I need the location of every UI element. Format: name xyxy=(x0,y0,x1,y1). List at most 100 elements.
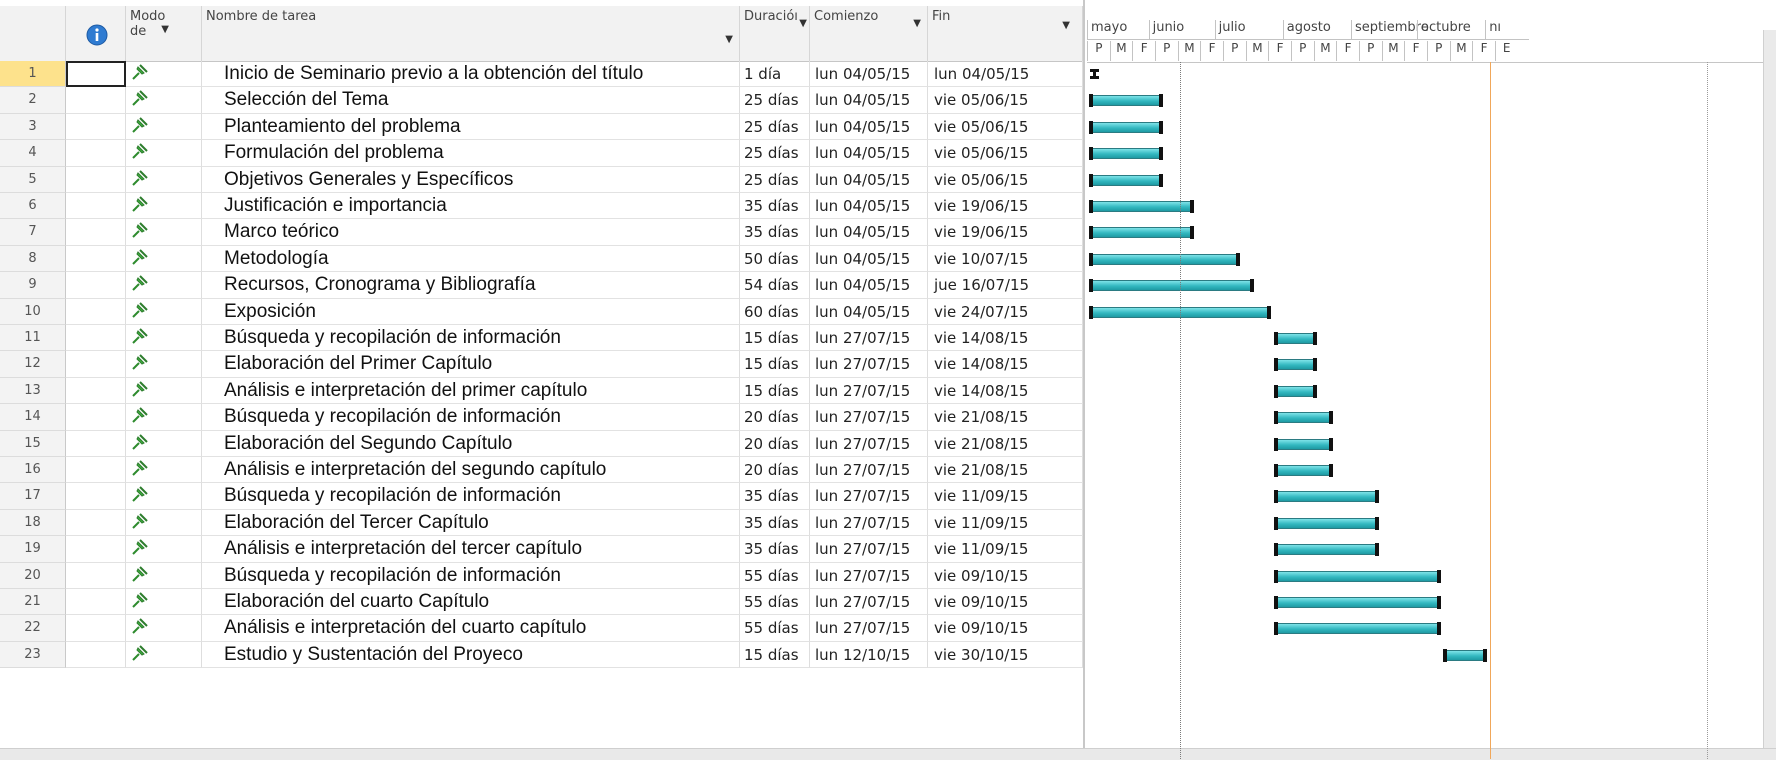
task-start[interactable]: lun 27/07/15 xyxy=(810,562,928,589)
task-start[interactable]: lun 27/07/15 xyxy=(810,483,928,510)
indicator-cell[interactable] xyxy=(66,615,126,642)
task-duration[interactable]: 15 días xyxy=(740,377,810,405)
task-mode-cell[interactable] xyxy=(126,641,202,669)
task-duration[interactable]: 20 días xyxy=(740,457,810,484)
indicator-cell[interactable] xyxy=(66,641,126,669)
task-bar[interactable] xyxy=(1273,332,1317,345)
row-number[interactable]: 22 xyxy=(0,615,66,642)
task-finish[interactable]: vie 30/10/15 xyxy=(928,641,1083,669)
task-duration[interactable]: 15 días xyxy=(740,325,810,352)
indicator-cell[interactable] xyxy=(66,457,126,484)
task-name[interactable]: Búsqueda y recopilación de información xyxy=(202,483,740,510)
task-name[interactable]: Análisis e interpretación del cuarto cap… xyxy=(202,615,740,642)
row-number[interactable]: 9 xyxy=(0,272,66,299)
task-finish[interactable]: vie 11/09/15 xyxy=(928,536,1083,563)
row-number[interactable]: 3 xyxy=(0,113,66,141)
task-finish[interactable]: vie 05/06/15 xyxy=(928,113,1083,141)
task-finish[interactable]: vie 21/08/15 xyxy=(928,457,1083,484)
chevron-down-icon[interactable]: ▼ xyxy=(913,16,921,31)
task-name[interactable]: Elaboración del Tercer Capítulo xyxy=(202,509,740,537)
task-name[interactable]: Metodología xyxy=(202,245,740,273)
task-mode-cell[interactable] xyxy=(126,166,202,193)
task-finish[interactable]: vie 09/10/15 xyxy=(928,615,1083,642)
task-finish[interactable]: vie 05/06/15 xyxy=(928,166,1083,193)
row-number[interactable]: 5 xyxy=(0,166,66,193)
task-mode-cell[interactable] xyxy=(126,536,202,563)
task-duration[interactable]: 55 días xyxy=(740,615,810,642)
task-duration[interactable]: 25 días xyxy=(740,113,810,141)
indicator-cell[interactable] xyxy=(66,589,126,616)
indicator-cell[interactable] xyxy=(66,325,126,352)
task-start[interactable]: lun 27/07/15 xyxy=(810,404,928,431)
task-duration[interactable]: 55 días xyxy=(740,589,810,616)
task-name[interactable]: Búsqueda y recopilación de información xyxy=(202,325,740,352)
row-number[interactable]: 8 xyxy=(0,245,66,273)
task-bar[interactable] xyxy=(1273,516,1380,530)
row-number[interactable]: 19 xyxy=(0,536,66,563)
task-name[interactable]: Análisis e interpretación del tercer cap… xyxy=(202,536,740,563)
mode-column-header[interactable]: Modo de ▼ xyxy=(126,6,202,62)
task-duration[interactable]: 60 días xyxy=(740,298,810,325)
task-name[interactable]: Objetivos Generales y Específicos xyxy=(202,166,740,193)
task-finish[interactable]: vie 05/06/15 xyxy=(928,87,1083,114)
task-bar[interactable] xyxy=(1273,596,1441,609)
task-mode-cell[interactable] xyxy=(126,245,202,273)
start-column-header[interactable]: Comienzo ▼ xyxy=(810,6,928,62)
task-finish[interactable]: vie 21/08/15 xyxy=(928,404,1083,431)
task-name[interactable]: Exposición xyxy=(202,298,740,325)
chevron-down-icon[interactable]: ▼ xyxy=(161,22,169,37)
row-number[interactable]: 7 xyxy=(0,219,66,246)
task-duration[interactable]: 1 día xyxy=(740,61,810,88)
task-bar[interactable] xyxy=(1273,464,1333,477)
task-mode-cell[interactable] xyxy=(126,140,202,167)
task-duration[interactable]: 35 días xyxy=(740,509,810,537)
task-mode-cell[interactable] xyxy=(126,325,202,352)
indicator-cell[interactable] xyxy=(66,298,126,325)
task-mode-cell[interactable] xyxy=(126,589,202,616)
task-bar[interactable] xyxy=(1089,279,1254,293)
milestone-marker[interactable] xyxy=(1090,69,1099,79)
task-finish[interactable]: vie 09/10/15 xyxy=(928,562,1083,589)
task-start[interactable]: lun 04/05/15 xyxy=(810,245,928,273)
task-mode-cell[interactable] xyxy=(126,404,202,431)
task-bar[interactable] xyxy=(1273,411,1333,425)
task-name[interactable]: Marco teórico xyxy=(202,219,740,246)
row-number[interactable]: 14 xyxy=(0,404,66,431)
task-start[interactable]: lun 04/05/15 xyxy=(810,193,928,220)
row-header-corner[interactable] xyxy=(0,6,66,62)
task-bar[interactable] xyxy=(1273,490,1380,504)
row-number[interactable]: 20 xyxy=(0,562,66,589)
task-mode-cell[interactable] xyxy=(126,193,202,220)
task-name[interactable]: Búsqueda y recopilación de información xyxy=(202,404,740,431)
task-start[interactable]: lun 12/10/15 xyxy=(810,641,928,669)
task-mode-cell[interactable] xyxy=(126,377,202,405)
indicator-cell[interactable] xyxy=(66,509,126,537)
task-name[interactable]: Recursos, Cronograma y Bibliografía xyxy=(202,272,740,299)
task-bar[interactable] xyxy=(1273,384,1317,398)
task-name[interactable]: Estudio y Sustentación del Proyeco xyxy=(202,641,740,669)
task-mode-cell[interactable] xyxy=(126,509,202,537)
task-finish[interactable]: vie 24/07/15 xyxy=(928,298,1083,325)
task-finish[interactable]: vie 14/08/15 xyxy=(928,351,1083,378)
task-duration[interactable]: 20 días xyxy=(740,404,810,431)
task-finish[interactable]: vie 14/08/15 xyxy=(928,325,1083,352)
task-duration[interactable]: 25 días xyxy=(740,140,810,167)
task-start[interactable]: lun 27/07/15 xyxy=(810,351,928,378)
task-finish[interactable]: vie 05/06/15 xyxy=(928,140,1083,167)
row-number[interactable]: 21 xyxy=(0,589,66,616)
row-number[interactable]: 23 xyxy=(0,641,66,669)
task-bar[interactable] xyxy=(1088,200,1195,213)
task-mode-cell[interactable] xyxy=(126,457,202,484)
task-mode-cell[interactable] xyxy=(126,87,202,114)
task-name[interactable]: Planteamiento del problema xyxy=(202,113,740,141)
task-mode-cell[interactable] xyxy=(126,430,202,457)
task-duration[interactable]: 15 días xyxy=(740,351,810,378)
indicators-column-header[interactable] xyxy=(66,6,126,62)
task-start[interactable]: lun 27/07/15 xyxy=(810,509,928,537)
task-start[interactable]: lun 04/05/15 xyxy=(810,140,928,167)
name-column-header[interactable]: Nombre de tarea ▼ xyxy=(202,6,740,62)
task-duration[interactable]: 55 días xyxy=(740,562,810,589)
indicator-cell[interactable] xyxy=(66,272,126,299)
task-start[interactable]: lun 04/05/15 xyxy=(810,272,928,299)
task-start[interactable]: lun 04/05/15 xyxy=(810,219,928,246)
